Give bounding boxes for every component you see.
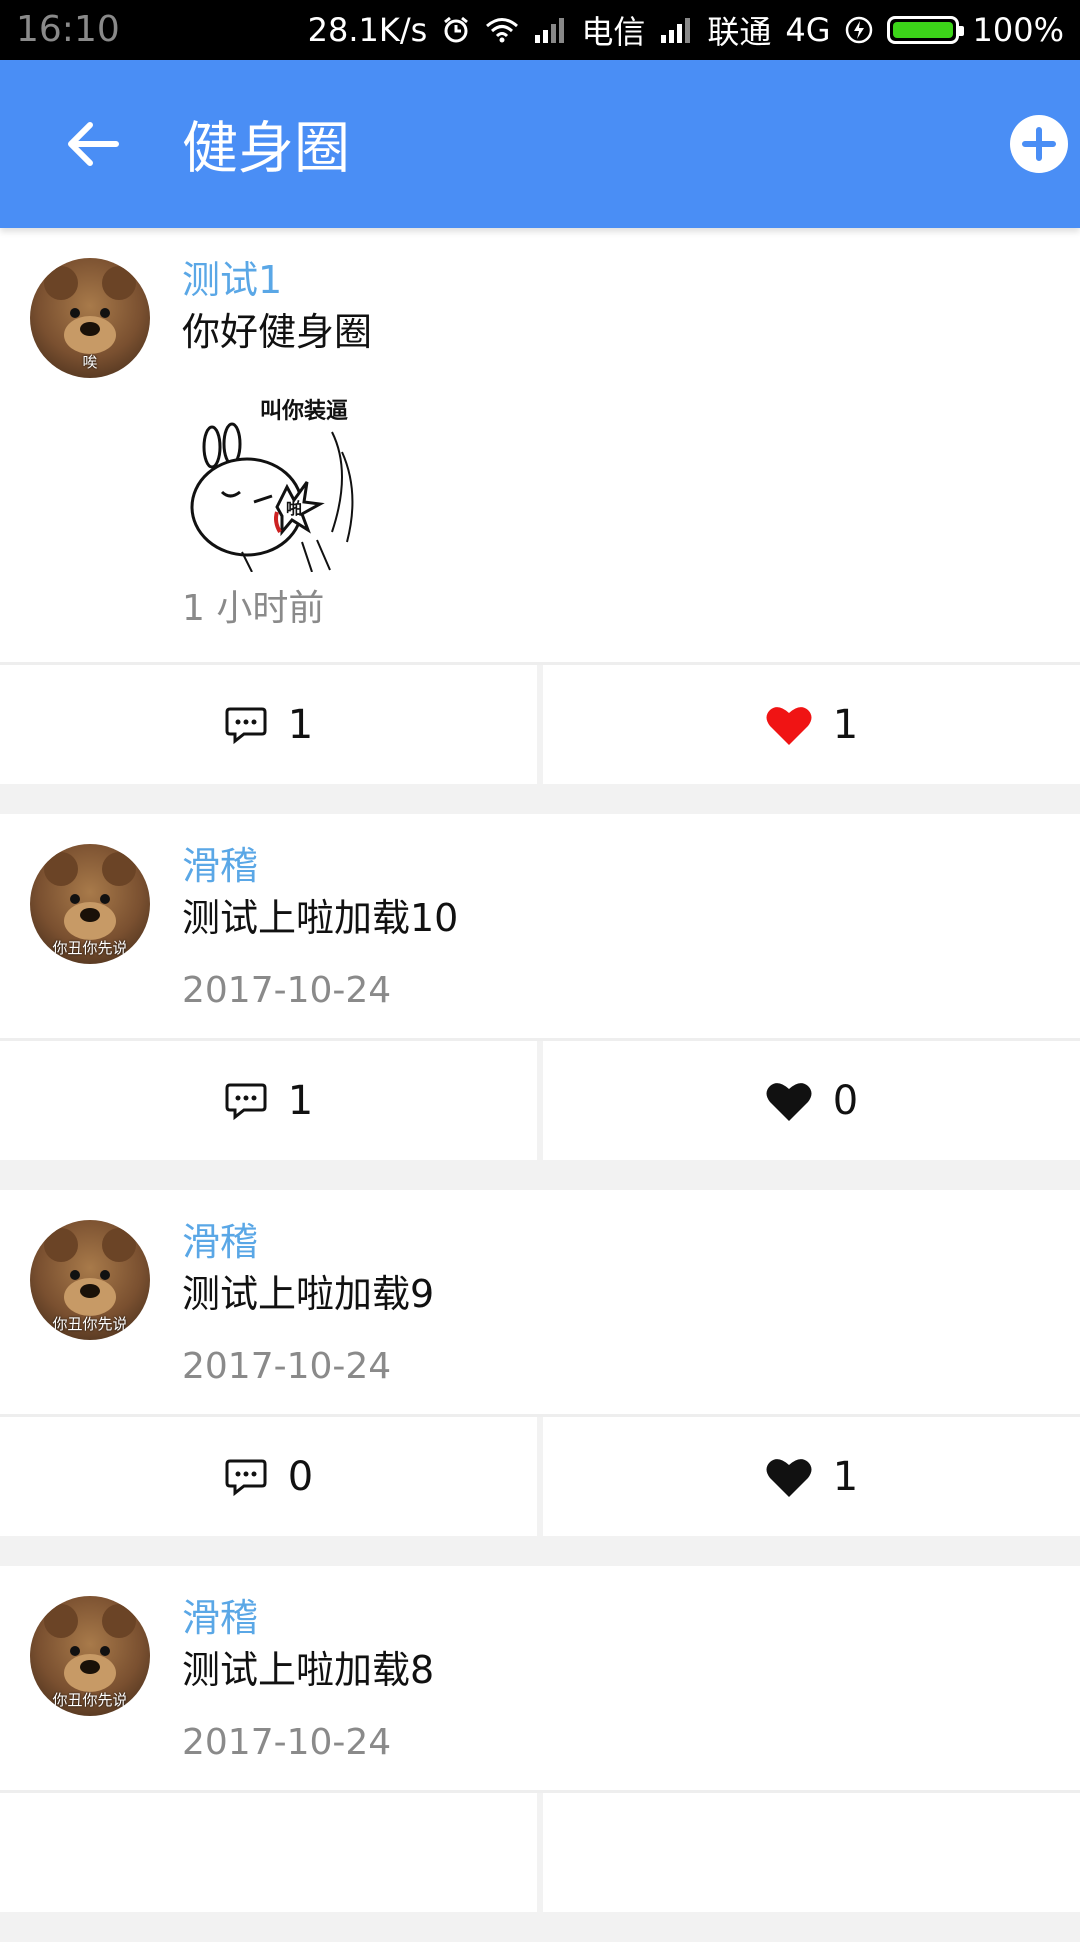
battery-icon bbox=[886, 16, 964, 44]
like-count: 0 bbox=[832, 1077, 859, 1124]
post-card: 你丑你先说 滑稽 测试上啦加载9 2017-10-24 0 1 bbox=[0, 1190, 1080, 1536]
network-type: 4G bbox=[785, 11, 831, 49]
comment-button[interactable]: 0 bbox=[0, 1417, 537, 1536]
comment-button[interactable] bbox=[0, 1793, 537, 1912]
heart-icon bbox=[766, 706, 812, 745]
avatar[interactable]: 你丑你先说 bbox=[30, 1596, 150, 1716]
comment-bubble-icon bbox=[225, 707, 267, 744]
like-count: 1 bbox=[832, 1453, 859, 1500]
comment-button[interactable]: 1 bbox=[0, 665, 537, 784]
like-button[interactable]: 1 bbox=[537, 665, 1080, 784]
post-actions: 0 1 bbox=[0, 1414, 1080, 1536]
like-button[interactable]: 0 bbox=[537, 1041, 1080, 1160]
post-actions: 1 0 bbox=[0, 1038, 1080, 1160]
post-image[interactable]: 叫你装逼 啪 bbox=[182, 392, 362, 573]
like-button[interactable]: 1 bbox=[537, 1417, 1080, 1536]
comment-count: 1 bbox=[287, 1077, 314, 1124]
post-card: 你丑你先说 滑稽 测试上啦加载10 2017-10-24 1 0 bbox=[0, 814, 1080, 1160]
comment-bubble-icon bbox=[225, 1083, 267, 1120]
avatar-caption: 你丑你先说 bbox=[52, 939, 128, 957]
post-username[interactable]: 测试1 bbox=[182, 256, 1050, 304]
post-time: 2017-10-24 bbox=[182, 1722, 392, 1763]
signal-icon-1 bbox=[533, 17, 567, 43]
avatar-caption: 你丑你先说 bbox=[52, 1315, 128, 1333]
comment-bubble-icon bbox=[225, 1459, 267, 1496]
plus-circle-icon bbox=[1022, 127, 1056, 161]
post-time: 2017-10-24 bbox=[182, 970, 392, 1011]
avatar[interactable]: 你丑你先说 bbox=[30, 844, 150, 964]
feed-list: 唉 测试1 你好健身圈 叫你装逼 啪 1 小时前 1 1 你丑你先说 滑稽 测试… bbox=[0, 228, 1080, 1942]
carrier-1: 电信 bbox=[581, 13, 646, 51]
post-content: 测试上啦加载9 bbox=[182, 1272, 435, 1316]
like-count: 1 bbox=[832, 701, 859, 748]
back-button[interactable] bbox=[58, 109, 128, 179]
post-actions: 1 1 bbox=[0, 662, 1080, 784]
status-bar: 16:10 28.1K/s 电信 联通 4G 100% bbox=[0, 0, 1080, 60]
post-time: 1 小时前 bbox=[182, 588, 325, 629]
post-username[interactable]: 滑稽 bbox=[182, 1218, 1050, 1266]
image-sound-text: 啪 bbox=[286, 499, 302, 518]
battery-percent: 100% bbox=[972, 11, 1064, 49]
post-time: 2017-10-24 bbox=[182, 1346, 392, 1387]
image-caption: 叫你装逼 bbox=[260, 399, 348, 424]
signal-icon-2 bbox=[659, 17, 693, 43]
wifi-icon bbox=[485, 17, 519, 43]
page-title: 健身圈 bbox=[182, 116, 350, 182]
comment-count: 1 bbox=[287, 701, 314, 748]
post-content: 测试上啦加载10 bbox=[182, 896, 459, 940]
charging-icon bbox=[845, 16, 873, 44]
post-card: 你丑你先说 滑稽 测试上啦加载8 2017-10-24 bbox=[0, 1566, 1080, 1912]
comment-button[interactable]: 1 bbox=[0, 1041, 537, 1160]
status-time: 16:10 bbox=[16, 9, 120, 50]
network-speed: 28.1K/s bbox=[307, 11, 428, 49]
post-actions bbox=[0, 1790, 1080, 1912]
post-card: 唉 测试1 你好健身圈 叫你装逼 啪 1 小时前 1 1 bbox=[0, 228, 1080, 784]
heart-icon bbox=[766, 1082, 812, 1121]
avatar-caption: 唉 bbox=[82, 353, 98, 371]
app-bar: 健身圈 bbox=[0, 60, 1080, 228]
avatar-caption: 你丑你先说 bbox=[52, 1691, 128, 1709]
like-button[interactable] bbox=[537, 1793, 1080, 1912]
post-username[interactable]: 滑稽 bbox=[182, 1594, 1050, 1642]
alarm-icon bbox=[441, 15, 471, 45]
post-username[interactable]: 滑稽 bbox=[182, 842, 1050, 890]
add-post-button[interactable] bbox=[1010, 115, 1068, 173]
avatar[interactable]: 唉 bbox=[30, 258, 150, 378]
heart-icon bbox=[766, 1458, 812, 1497]
avatar[interactable]: 你丑你先说 bbox=[30, 1220, 150, 1340]
carrier-2: 联通 bbox=[707, 13, 772, 51]
arrow-left-icon bbox=[68, 122, 119, 166]
post-content: 测试上啦加载8 bbox=[182, 1648, 435, 1692]
comment-count: 0 bbox=[287, 1453, 314, 1500]
post-content: 你好健身圈 bbox=[182, 310, 373, 354]
